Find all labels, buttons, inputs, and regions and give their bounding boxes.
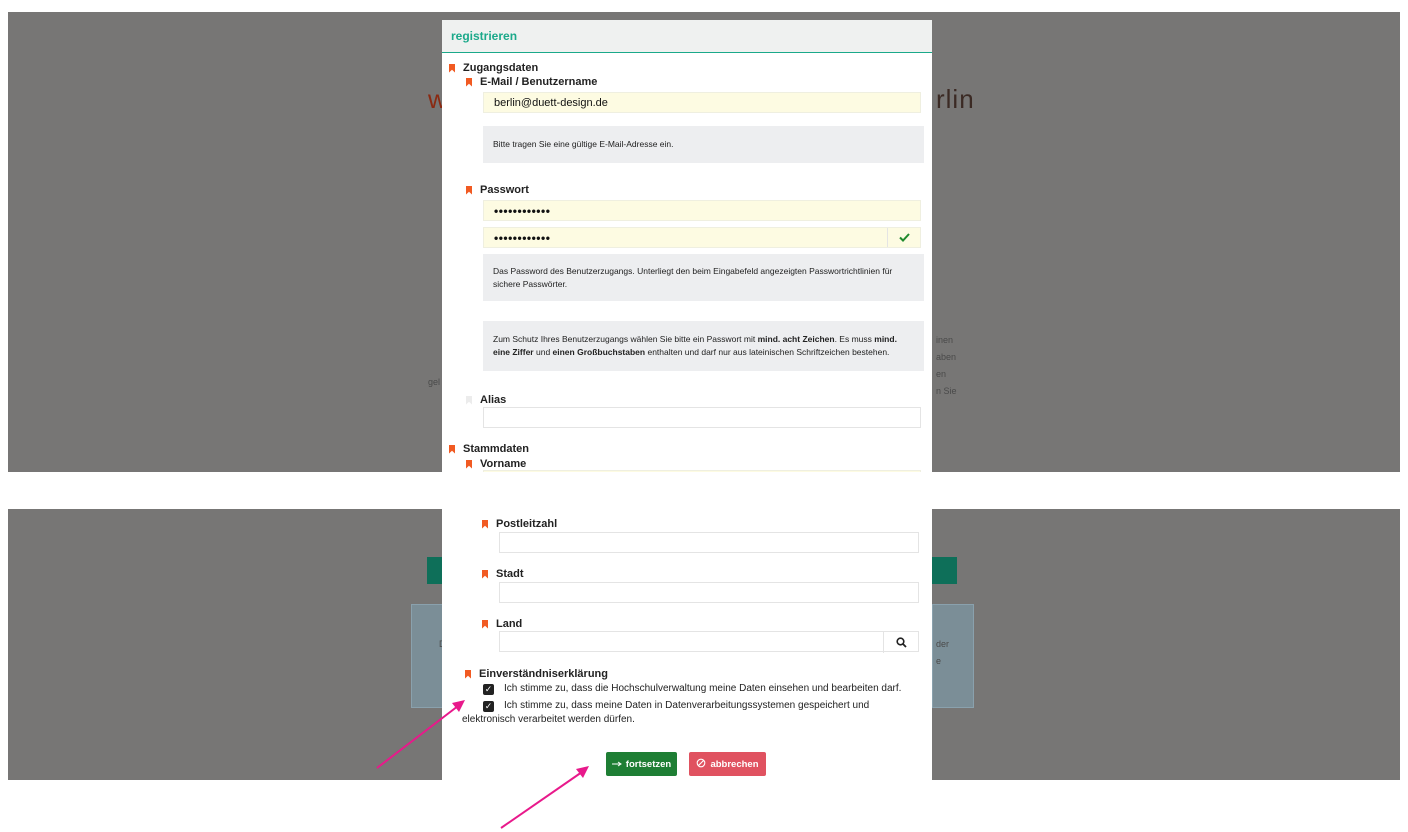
annotation-arrow-consent xyxy=(376,700,465,769)
annotation-arrow-continue xyxy=(500,766,589,829)
annotation-arrows xyxy=(376,700,589,829)
